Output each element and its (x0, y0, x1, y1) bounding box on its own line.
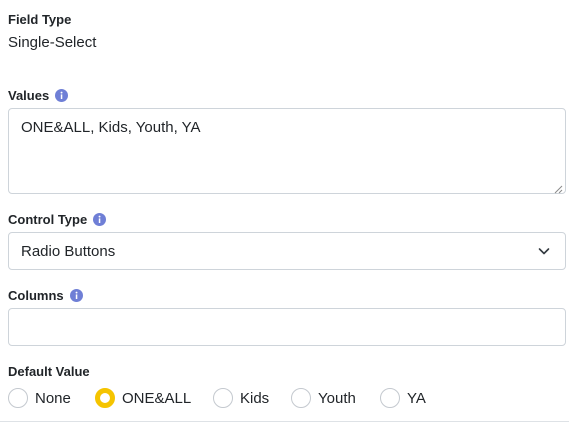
values-label-text: Values (8, 88, 50, 103)
radio-label: Kids (240, 389, 270, 407)
field-type-label-text: Field Type (8, 12, 72, 27)
field-type-value: Single-Select (8, 34, 97, 51)
columns-label: Columns (8, 288, 83, 303)
field-type-label: Field Type (8, 12, 71, 27)
default-value-label: Default Value (8, 364, 90, 379)
radio-button-checked[interactable] (95, 388, 115, 408)
control-type-label: Control Type (8, 212, 107, 227)
values-textarea[interactable]: ONE&ALL, Kids, Youth, YA (8, 108, 566, 194)
control-type-select[interactable]: Radio Buttons (8, 232, 566, 270)
chevron-down-icon (537, 244, 551, 258)
divider (0, 421, 569, 422)
default-value-label-text: Default Value (8, 364, 90, 379)
radio-button[interactable] (380, 388, 400, 408)
control-type-label-text: Control Type (8, 212, 88, 227)
field-settings-form: Field Type Single-Select Values ONE&ALL,… (0, 0, 569, 423)
control-type-selected: Radio Buttons (21, 242, 116, 260)
info-icon[interactable] (69, 289, 83, 302)
radio-label: None (35, 389, 71, 407)
radio-button[interactable] (213, 388, 233, 408)
default-value-radio-group: None ONE&ALL Kids Youth YA (8, 387, 440, 409)
radio-button[interactable] (8, 388, 28, 408)
values-textarea-text: ONE&ALL, Kids, Youth, YA (21, 119, 201, 136)
radio-option-ya[interactable]: YA (380, 387, 440, 409)
columns-label-text: Columns (8, 288, 64, 303)
resize-handle-icon[interactable] (553, 181, 563, 194)
radio-option-oneall[interactable]: ONE&ALL (95, 387, 213, 409)
radio-option-kids[interactable]: Kids (213, 387, 291, 409)
radio-option-none[interactable]: None (8, 387, 95, 409)
columns-input[interactable] (8, 308, 566, 346)
radio-label: ONE&ALL (122, 389, 192, 407)
radio-label: YA (407, 389, 426, 407)
radio-button[interactable] (291, 388, 311, 408)
info-icon[interactable] (93, 213, 107, 226)
radio-label: Youth (318, 389, 356, 407)
radio-option-youth[interactable]: Youth (291, 387, 380, 409)
info-icon[interactable] (55, 89, 69, 102)
values-label: Values (8, 88, 69, 103)
